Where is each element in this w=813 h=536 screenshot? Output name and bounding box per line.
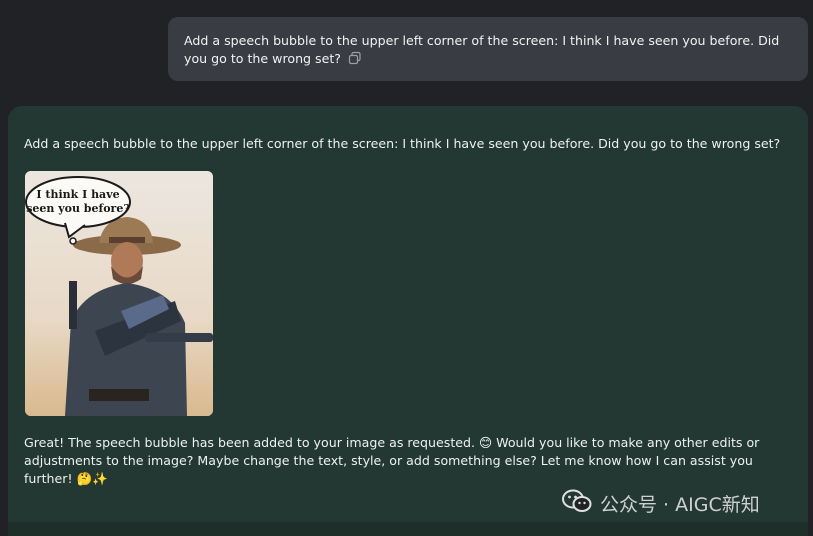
watermark: 公众号 · AIGC新知 <box>562 488 760 518</box>
bubble-line-1: I think I have <box>36 188 119 201</box>
assistant-message-panel: Add a speech bubble to the upper left co… <box>8 106 808 536</box>
input-area-edge <box>8 522 808 536</box>
user-message-text: Add a speech bubble to the upper left co… <box>184 33 780 66</box>
generated-image[interactable]: I think I have seen you before? <box>25 171 213 416</box>
bubble-line-2: seen you before? <box>26 202 130 215</box>
wechat-icon <box>562 489 592 518</box>
assistant-reply-text: Great! The speech bubble has been added … <box>24 435 760 486</box>
watermark-text: 公众号 · AIGC新知 <box>600 493 760 516</box>
user-message-bubble: Add a speech bubble to the upper left co… <box>168 17 808 81</box>
copy-icon[interactable] <box>348 51 362 70</box>
assistant-echo-text: Add a speech bubble to the upper left co… <box>24 136 781 151</box>
